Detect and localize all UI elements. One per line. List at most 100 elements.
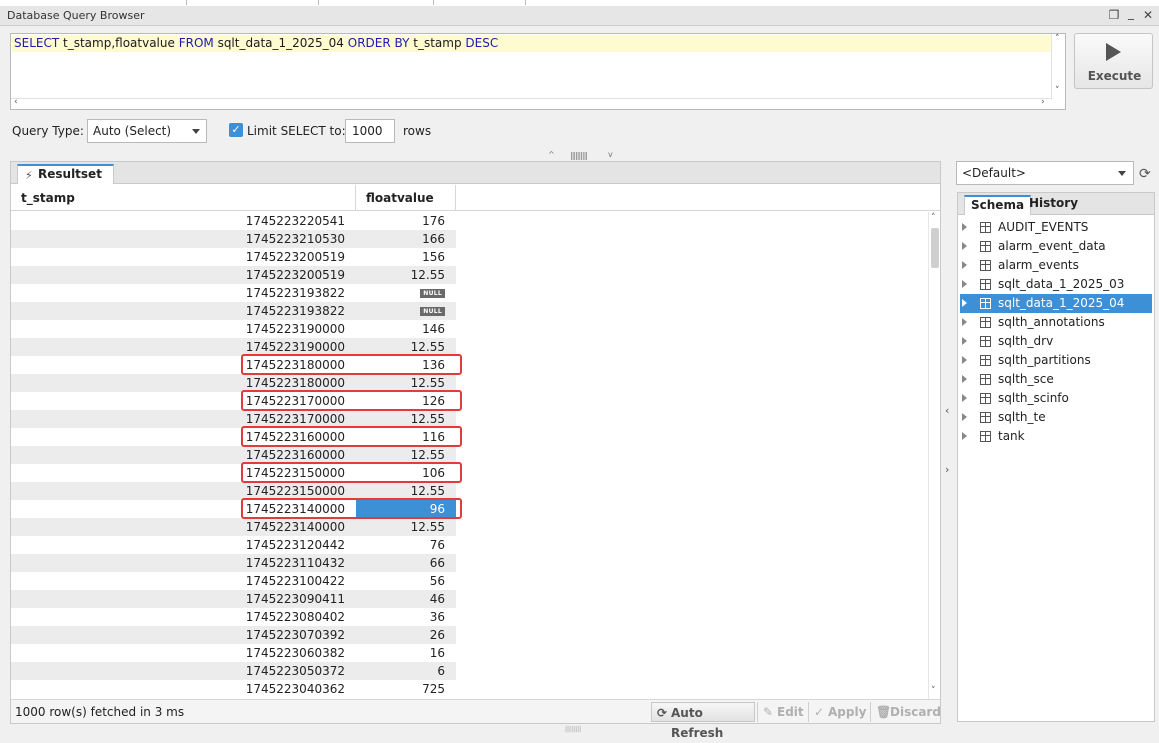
- floatvalue-cell[interactable]: 56: [356, 572, 456, 590]
- query-text[interactable]: SELECT t_stamp,floatvalue FROM sqlt_data…: [12, 35, 1052, 52]
- close-icon[interactable]: ✕: [1141, 8, 1155, 22]
- floatvalue-cell[interactable]: 156: [356, 248, 456, 266]
- editor-vertical-scrollbar[interactable]: ˄ ˅: [1051, 34, 1065, 99]
- column-header-floatvalue[interactable]: floatvalue: [356, 185, 456, 211]
- floatvalue-cell[interactable]: 146: [356, 320, 456, 338]
- bottom-grip[interactable]: ||||||||: [565, 726, 595, 733]
- tab-history[interactable]: History: [1023, 195, 1084, 215]
- floatvalue-cell[interactable]: 12.55: [356, 518, 456, 536]
- tab-resultset-1[interactable]: ⚡ Resultset 1: [17, 164, 114, 198]
- table-row[interactable]: 1745223140000 12.55: [11, 518, 456, 536]
- edit-button[interactable]: ✎ Edit: [757, 702, 807, 722]
- scroll-up-icon[interactable]: ˄: [1055, 34, 1060, 44]
- t-stamp-cell[interactable]: 1745223120442: [11, 536, 356, 554]
- scroll-down-icon[interactable]: ˅: [1055, 86, 1060, 96]
- query-editor[interactable]: SELECT t_stamp,floatvalue FROM sqlt_data…: [10, 33, 1066, 110]
- auto-refresh-button[interactable]: ⟳ Auto Refresh: [651, 702, 755, 740]
- floatvalue-cell[interactable]: 725: [356, 680, 456, 698]
- table-row[interactable]: 1745223070392 26: [11, 626, 456, 644]
- refresh-schema-icon[interactable]: ⟳: [1139, 166, 1151, 182]
- table-row[interactable]: 1745223080402 36: [11, 608, 456, 626]
- splitter-handle[interactable]: ^ |||||||||| v: [545, 150, 625, 160]
- t-stamp-cell[interactable]: 1745223193822: [11, 284, 356, 302]
- expand-arrow-icon[interactable]: [962, 375, 967, 383]
- expand-arrow-icon[interactable]: [962, 280, 967, 288]
- table-row[interactable]: 1745223200519 156: [11, 248, 456, 266]
- expand-right-icon[interactable]: ›: [945, 463, 949, 476]
- floatvalue-cell[interactable]: 26: [356, 626, 456, 644]
- schema-table-item[interactable]: sqlth_partitions: [960, 351, 1152, 370]
- expand-arrow-icon[interactable]: [962, 337, 967, 345]
- minimize-icon[interactable]: _: [1124, 6, 1138, 20]
- grid-vertical-scrollbar[interactable]: ˄ ˅: [928, 212, 940, 699]
- t-stamp-cell[interactable]: 1745223210530: [11, 230, 356, 248]
- schema-table-item[interactable]: sqlth_te: [960, 408, 1152, 427]
- table-row[interactable]: 1745223210530 166: [11, 230, 456, 248]
- schema-table-item[interactable]: alarm_event_data: [960, 237, 1152, 256]
- table-row[interactable]: 1745223050372 6: [11, 662, 456, 680]
- expand-arrow-icon[interactable]: [962, 394, 967, 402]
- expand-arrow-icon[interactable]: [962, 318, 967, 326]
- collapse-left-icon[interactable]: ‹: [945, 404, 949, 417]
- table-row[interactable]: 1745223090411 46: [11, 590, 456, 608]
- floatvalue-cell[interactable]: 46: [356, 590, 456, 608]
- t-stamp-cell[interactable]: 1745223193822: [11, 302, 356, 320]
- scroll-up-icon[interactable]: ˄: [931, 213, 936, 223]
- table-row[interactable]: 1745223040362 725: [11, 680, 456, 698]
- expand-arrow-icon[interactable]: [962, 261, 967, 269]
- table-row[interactable]: 1745223190000 146: [11, 320, 456, 338]
- t-stamp-cell[interactable]: 1745223220541: [11, 212, 356, 230]
- floatvalue-cell[interactable]: 16: [356, 644, 456, 662]
- table-row[interactable]: 1745223110432 66: [11, 554, 456, 572]
- query-type-select[interactable]: Auto (Select): [87, 119, 207, 143]
- expand-arrow-icon[interactable]: [962, 299, 967, 307]
- scroll-right-icon[interactable]: ›: [1041, 97, 1045, 107]
- floatvalue-cell[interactable]: 12.55: [356, 266, 456, 284]
- column-header-t-stamp[interactable]: t_stamp: [11, 185, 356, 211]
- floatvalue-cell[interactable]: 6: [356, 662, 456, 680]
- expand-arrow-icon[interactable]: [962, 432, 967, 440]
- table-row[interactable]: 1745223193822 NULL: [11, 284, 456, 302]
- t-stamp-cell[interactable]: 1745223110432: [11, 554, 356, 572]
- scroll-left-icon[interactable]: ‹: [14, 97, 18, 107]
- t-stamp-cell[interactable]: 1745223190000: [11, 320, 356, 338]
- expand-arrow-icon[interactable]: [962, 356, 967, 364]
- tab-schema[interactable]: Schema: [964, 195, 1032, 215]
- limit-rows-input[interactable]: 1000: [345, 119, 395, 143]
- floatvalue-cell[interactable]: 166: [356, 230, 456, 248]
- expand-arrow-icon[interactable]: [962, 413, 967, 421]
- restore-icon[interactable]: ❐: [1107, 8, 1121, 22]
- t-stamp-cell[interactable]: 1745223090411: [11, 590, 356, 608]
- schema-table-item[interactable]: sqlth_sce: [960, 370, 1152, 389]
- schema-table-item[interactable]: sqlth_scinfo: [960, 389, 1152, 408]
- expand-arrow-icon[interactable]: [962, 242, 967, 250]
- table-row[interactable]: 1745223100422 56: [11, 572, 456, 590]
- schema-table-item[interactable]: AUDIT_EVENTS: [960, 218, 1152, 237]
- t-stamp-cell[interactable]: 1745223140000: [11, 518, 356, 536]
- schema-table-item[interactable]: sqlth_drv: [960, 332, 1152, 351]
- t-stamp-cell[interactable]: 1745223080402: [11, 608, 356, 626]
- table-row[interactable]: 1745223120442 76: [11, 536, 456, 554]
- limit-select-checkbox[interactable]: ✓: [229, 123, 243, 137]
- editor-horizontal-scrollbar[interactable]: ‹ ›: [11, 97, 1052, 109]
- table-row[interactable]: 1745223193822 NULL: [11, 302, 456, 320]
- expand-arrow-icon[interactable]: [962, 223, 967, 231]
- schema-table-item[interactable]: sqlt_data_1_2025_04: [960, 294, 1152, 313]
- schema-table-item[interactable]: sqlth_annotations: [960, 313, 1152, 332]
- schema-table-item[interactable]: tank: [960, 427, 1152, 446]
- floatvalue-cell[interactable]: 176: [356, 212, 456, 230]
- t-stamp-cell[interactable]: 1745223040362: [11, 680, 356, 698]
- scroll-down-icon[interactable]: ˅: [931, 686, 936, 696]
- table-row[interactable]: 1745223200519 12.55: [11, 266, 456, 284]
- floatvalue-cell[interactable]: 76: [356, 536, 456, 554]
- floatvalue-cell[interactable]: 66: [356, 554, 456, 572]
- apply-button[interactable]: ✓ Apply: [808, 702, 869, 722]
- schema-table-item[interactable]: alarm_events: [960, 256, 1152, 275]
- scrollbar-thumb[interactable]: [931, 228, 939, 268]
- t-stamp-cell[interactable]: 1745223050372: [11, 662, 356, 680]
- floatvalue-cell[interactable]: 36: [356, 608, 456, 626]
- table-row[interactable]: 1745223060382 16: [11, 644, 456, 662]
- t-stamp-cell[interactable]: 1745223200519: [11, 248, 356, 266]
- floatvalue-cell[interactable]: NULL: [356, 284, 456, 302]
- side-splitter[interactable]: ‹ ›: [942, 161, 954, 724]
